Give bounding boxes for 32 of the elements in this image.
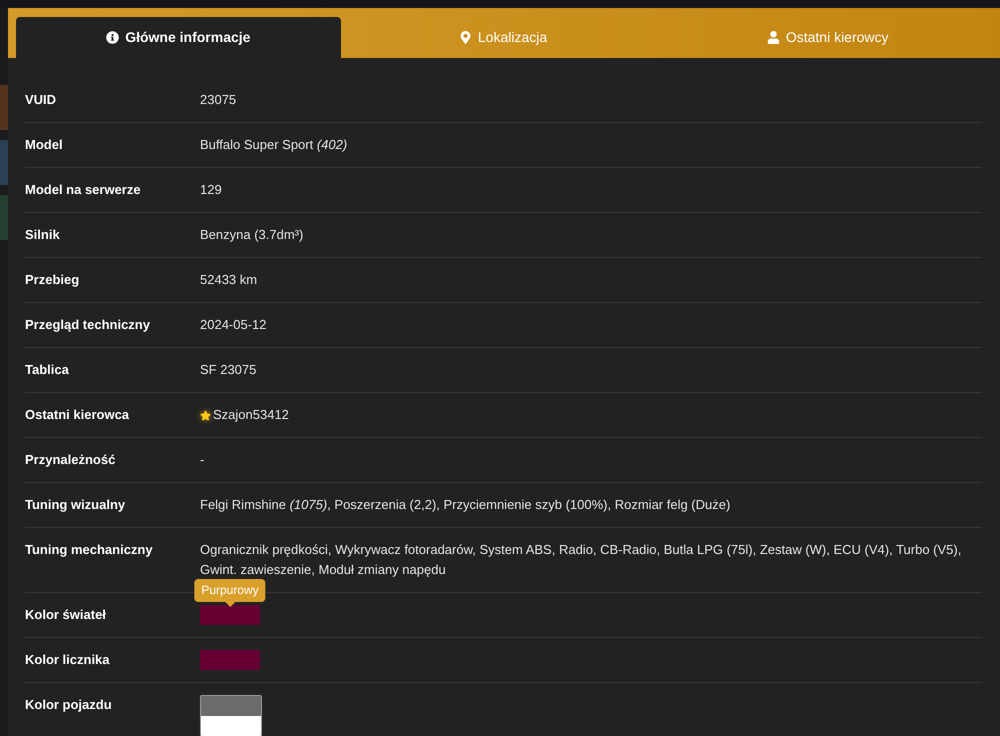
field-label: Model: [25, 136, 64, 154]
field-label: Tablica: [25, 361, 70, 379]
field-value: 129: [200, 181, 222, 199]
field-label: Kolor licznika: [25, 651, 111, 669]
tab[interactable]: Główne informacje: [16, 17, 341, 58]
map-pin-icon: [458, 31, 472, 44]
field-label: Ostatni kierowca: [25, 406, 130, 424]
field-label: Tuning mechaniczny: [25, 541, 154, 559]
field-value: -: [200, 451, 204, 469]
field-label: Model na serwerze: [25, 181, 142, 199]
driver-name: Szajon53412: [213, 406, 289, 424]
field-value: 52433 km: [200, 271, 258, 289]
field-label: Kolor pojazdu: [25, 696, 113, 714]
tab[interactable]: Ostatni kierowcy: [665, 17, 990, 58]
tab[interactable]: Lokalizacja: [340, 17, 666, 58]
field-value: SF 23075: [200, 361, 256, 379]
field-value: Benzyna (3.7dm³): [200, 226, 304, 244]
field-label: Przebieg: [25, 271, 80, 289]
person-icon: [766, 31, 780, 44]
field-value: Ogranicznik prędkości, Wykrywacz fotoradarów, System ABS, Radio, CB-Radio, Butla LPG (75l), Zestaw (W), ECU (V4), Turbo (V5), Gwint. zawieszenie, Moduł zmiany napędu: [200, 541, 962, 579]
field-label: Przynależność: [25, 451, 116, 469]
field-value: Buffalo Super Sport (402): [200, 136, 348, 154]
field-label: VUID: [25, 91, 58, 109]
field-label: Kolor świateł: [25, 606, 107, 624]
field-label: Tuning wizualny: [25, 496, 126, 514]
field-value: Felgi Rimshine (1075), Poszerzenia (2,2), Przyciemnienie szyb (100%), Rozmiar felg (Duże): [200, 496, 730, 514]
field-label: Przegląd techniczny: [25, 316, 151, 334]
field-value: 23075: [200, 91, 236, 109]
field-value: 2024-05-12: [200, 316, 266, 334]
tooltip: Purpurowy: [194, 579, 266, 607]
field-label: Silnik: [25, 226, 61, 244]
info-icon: [106, 31, 120, 44]
